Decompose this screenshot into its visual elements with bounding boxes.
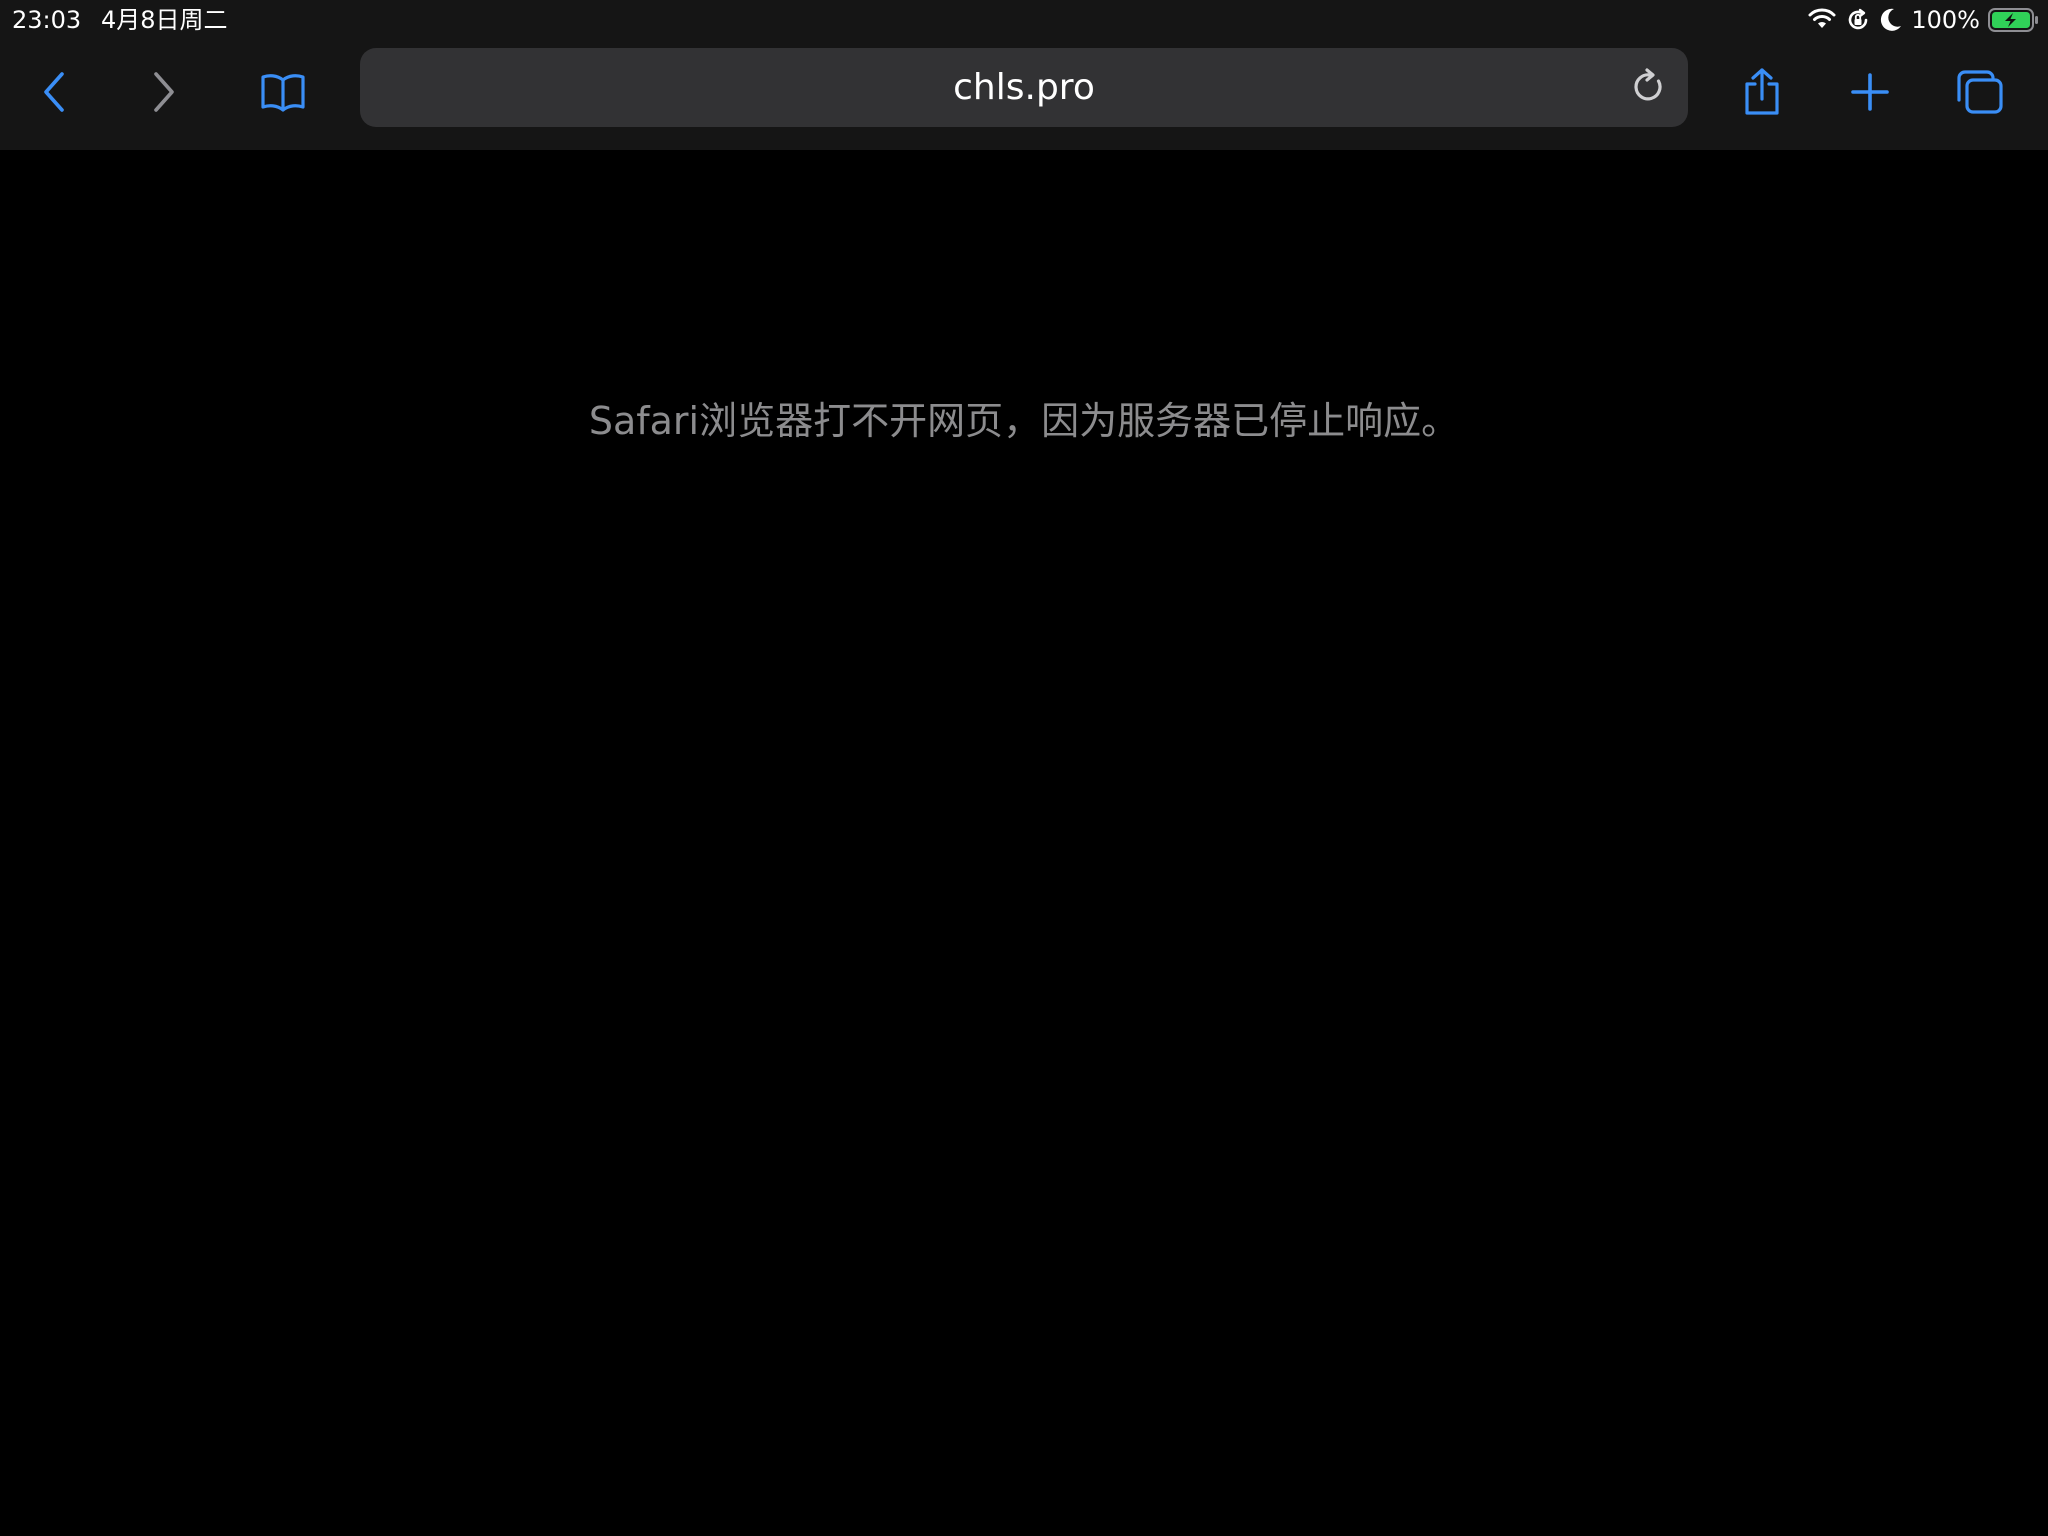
- status-bar: 23:03 4月8日周二 100%: [0, 0, 2048, 40]
- status-time: 23:03: [12, 6, 82, 34]
- bookmarks-book-icon: [259, 70, 307, 118]
- error-message: Safari浏览器打不开网页，因为服务器已停止响应。: [588, 399, 1460, 443]
- forward-button[interactable]: [129, 60, 197, 128]
- status-icons: 100%: [1807, 4, 2040, 36]
- safari-screen: 23:03 4月8日周二 100% chls.pro Safari浏览器打不开网…: [0, 0, 2048, 1536]
- back-chevron-icon: [40, 70, 70, 118]
- moon-icon: [1879, 7, 1903, 33]
- bookmarks-button[interactable]: [249, 60, 317, 128]
- reload-icon: [1630, 67, 1666, 109]
- wifi-icon: [1807, 8, 1837, 32]
- address-url[interactable]: chls.pro: [360, 48, 1688, 127]
- battery-percent: 100%: [1911, 6, 1980, 34]
- browser-toolbar: chls.pro: [0, 40, 2048, 150]
- reload-button[interactable]: [1622, 62, 1674, 114]
- forward-chevron-icon: [148, 70, 178, 118]
- back-button[interactable]: [21, 60, 89, 128]
- battery-charging-icon: [1988, 8, 2040, 32]
- share-icon: [1741, 67, 1783, 121]
- status-date: 4月8日周二: [101, 6, 228, 34]
- address-bar[interactable]: chls.pro: [360, 48, 1688, 127]
- page-content: Safari浏览器打不开网页，因为服务器已停止响应。: [0, 150, 2048, 1536]
- orientation-lock-icon: [1845, 7, 1871, 33]
- tabs-icon: [1955, 68, 2005, 120]
- share-button[interactable]: [1728, 60, 1796, 128]
- tabs-overview-button[interactable]: [1946, 60, 2014, 128]
- new-tab-button[interactable]: [1836, 60, 1904, 128]
- plus-icon: [1850, 72, 1890, 116]
